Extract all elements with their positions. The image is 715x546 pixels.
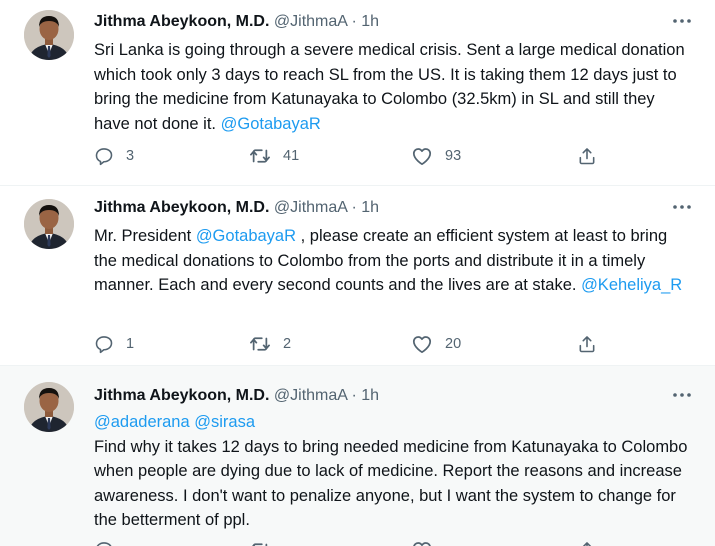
avatar[interactable] (24, 382, 74, 432)
author-name[interactable]: Jithma Abeykoon, M.D. (94, 199, 269, 216)
tweet-text: Mr. President @GotabayaR , please create… (94, 224, 694, 298)
mention-link[interactable]: @GotabayaR (221, 115, 321, 133)
more-options-icon (673, 205, 691, 209)
reply-button[interactable]: 1 (94, 334, 134, 354)
tweet-actions: 3 41 93 (94, 146, 614, 170)
timestamp[interactable]: 1h (361, 13, 379, 30)
avatar[interactable] (24, 10, 74, 60)
reply-count: 1 (126, 336, 135, 352)
mention-line: @adaderana @sirasa (94, 410, 694, 435)
avatar-image (24, 199, 74, 249)
heart-icon (412, 148, 432, 166)
mention-link[interactable]: @Keheliya_R (581, 276, 682, 294)
timestamp[interactable]: 1h (361, 387, 379, 404)
timestamp[interactable]: 1h (361, 199, 379, 216)
tweet-text: Sri Lanka is going through a severe medi… (94, 38, 694, 136)
share-icon (579, 148, 595, 165)
tweet-header: Jithma Abeykoon, M.D. @JithmaA · 1h (94, 12, 379, 32)
avatar-image (24, 10, 74, 60)
reply-button[interactable] (94, 540, 114, 546)
reply-count: 3 (126, 148, 135, 164)
tweet-text-part: Sri Lanka is going through a severe medi… (94, 41, 685, 133)
separator-dot: · (351, 387, 357, 404)
reply-button[interactable]: 3 (94, 146, 134, 166)
retweet-icon (252, 543, 268, 546)
reply-icon (95, 336, 113, 354)
share-button[interactable] (577, 334, 597, 354)
avatar-image (24, 382, 74, 432)
retweet-count: 2 (283, 336, 292, 352)
retweet-icon (250, 149, 270, 163)
mention-link[interactable]: @sirasa (194, 413, 255, 431)
more-options-button[interactable] (671, 196, 693, 218)
author-handle[interactable]: @JithmaA (274, 13, 347, 30)
like-count: 20 (445, 336, 462, 352)
like-button[interactable]: 93 (411, 146, 461, 166)
tweet-actions: 1 2 20 (94, 334, 614, 358)
heart-icon (412, 336, 432, 354)
tweet[interactable]: Jithma Abeykoon, M.D. @JithmaA · 1h Sri … (0, 0, 715, 185)
retweet-icon (250, 337, 270, 351)
like-button[interactable] (411, 540, 433, 546)
more-options-icon (673, 393, 691, 397)
like-button[interactable]: 20 (411, 334, 461, 354)
retweet-button[interactable]: 2 (249, 334, 291, 354)
more-options-icon (673, 19, 691, 23)
author-handle[interactable]: @JithmaA (274, 199, 347, 216)
tweet[interactable]: Jithma Abeykoon, M.D. @JithmaA · 1h Mr. … (0, 185, 715, 365)
tweet-header: Jithma Abeykoon, M.D. @JithmaA · 1h (94, 386, 379, 406)
tweet[interactable]: Jithma Abeykoon, M.D. @JithmaA · 1h @ada… (0, 365, 715, 546)
share-icon (579, 336, 595, 353)
retweet-count: 41 (283, 148, 300, 164)
reply-icon (95, 148, 113, 166)
tweet-header: Jithma Abeykoon, M.D. @JithmaA · 1h (94, 198, 379, 218)
retweet-button[interactable] (249, 540, 271, 546)
share-button[interactable] (577, 146, 597, 166)
tweet-actions (94, 540, 614, 546)
share-icon (582, 542, 592, 546)
mention-link[interactable]: @adaderana (94, 413, 190, 431)
more-options-button[interactable] (671, 384, 693, 406)
mention-link[interactable]: @GotabayaR (196, 227, 296, 245)
tweet-text-part: Mr. President (94, 227, 192, 245)
heart-icon (413, 542, 431, 546)
author-name[interactable]: Jithma Abeykoon, M.D. (94, 387, 269, 404)
tweet-text: @adaderana @sirasa Find why it takes 12 … (94, 410, 694, 533)
more-options-button[interactable] (671, 10, 693, 32)
avatar[interactable] (24, 199, 74, 249)
tweet-text-part: Find why it takes 12 days to bring neede… (94, 437, 688, 530)
share-button[interactable] (577, 540, 597, 546)
author-handle[interactable]: @JithmaA (274, 387, 347, 404)
separator-dot: · (351, 13, 357, 30)
author-name[interactable]: Jithma Abeykoon, M.D. (94, 13, 269, 30)
retweet-button[interactable]: 41 (249, 146, 299, 166)
separator-dot: · (351, 199, 357, 216)
like-count: 93 (445, 148, 462, 164)
reply-icon (96, 542, 112, 546)
